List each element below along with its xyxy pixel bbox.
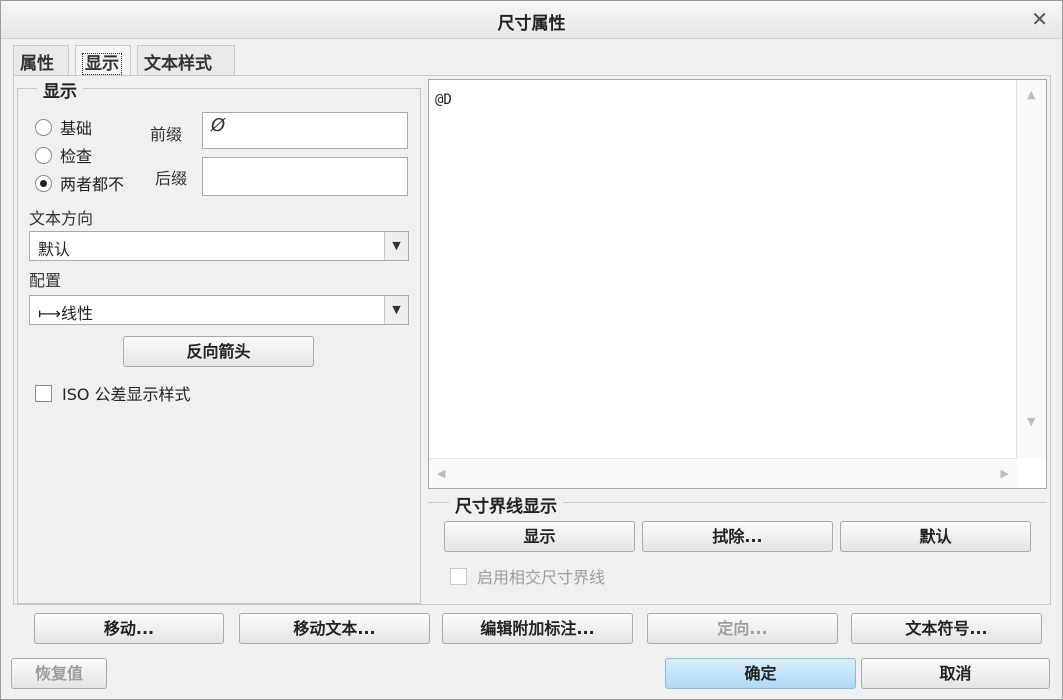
title-bar: 尺寸属性 ✕ bbox=[1, 1, 1062, 39]
tab-text-style[interactable]: 文本样式 bbox=[137, 45, 235, 75]
erase-button[interactable]: 拭除... bbox=[642, 521, 833, 552]
text-direction-select[interactable]: 默认 ▼ bbox=[29, 231, 409, 261]
witness-lines-legend: 尺寸界线显示 bbox=[449, 492, 563, 517]
suffix-input[interactable] bbox=[202, 157, 408, 196]
vertical-scrollbar[interactable]: ▲ ▼ bbox=[1016, 80, 1046, 458]
reverse-arrow-button[interactable]: 反向箭头 bbox=[123, 336, 314, 367]
orient-button[interactable]: 定向... bbox=[647, 613, 838, 644]
tab-properties[interactable]: 属性 bbox=[13, 45, 69, 75]
radio-neither[interactable]: 两者都不 bbox=[35, 171, 124, 195]
restore-button[interactable]: 恢复值 bbox=[11, 658, 107, 689]
scroll-left-icon[interactable]: ◀ bbox=[437, 467, 445, 480]
show-button[interactable]: 显示 bbox=[444, 521, 635, 552]
intersect-witness-checkbox[interactable]: 启用相交尺寸界线 bbox=[450, 564, 605, 588]
scroll-down-icon[interactable]: ▼ bbox=[1027, 415, 1035, 428]
close-icon[interactable]: ✕ bbox=[1031, 7, 1048, 31]
iso-tolerance-box[interactable] bbox=[35, 384, 52, 402]
edit-attach-button[interactable]: 编辑附加标注... bbox=[442, 613, 633, 644]
tab-display[interactable]: 显示 bbox=[75, 45, 131, 76]
radio-basic-dot[interactable] bbox=[35, 118, 52, 136]
display-legend: 显示 bbox=[37, 77, 83, 102]
radio-inspect[interactable]: 检查 bbox=[35, 143, 92, 167]
iso-tolerance-checkbox[interactable]: ISO 公差显示样式 bbox=[35, 381, 191, 405]
config-label: 配置 bbox=[29, 271, 62, 290]
prefix-input[interactable]: Ø bbox=[202, 112, 408, 149]
text-direction-value: 默认 bbox=[38, 240, 71, 259]
scroll-right-icon[interactable]: ▶ bbox=[1001, 467, 1009, 480]
radio-basic[interactable]: 基础 bbox=[35, 115, 92, 139]
config-select[interactable]: ⟼线性 ▼ bbox=[29, 295, 409, 325]
move-button[interactable]: 移动... bbox=[34, 613, 224, 644]
config-value: ⟼线性 bbox=[38, 304, 93, 323]
horizontal-scrollbar[interactable]: ◀ ▶ bbox=[429, 458, 1017, 488]
dimension-properties-dialog: 尺寸属性 ✕ 属性 显示 文本样式 显示 基础 检查 两者都不 前缀 Ø 后缀 … bbox=[0, 0, 1063, 700]
intersect-witness-box[interactable] bbox=[450, 567, 467, 585]
dimension-text-area[interactable]: @D ▲ ▼ ◀ ▶ bbox=[428, 79, 1047, 489]
ok-button[interactable]: 确定 bbox=[665, 658, 856, 689]
text-direction-label: 文本方向 bbox=[29, 209, 94, 228]
move-text-button[interactable]: 移动文本... bbox=[239, 613, 430, 644]
iso-tolerance-label: ISO 公差显示样式 bbox=[62, 385, 191, 404]
radio-neither-dot[interactable] bbox=[35, 174, 52, 192]
chevron-down-icon[interactable]: ▼ bbox=[384, 296, 408, 324]
cancel-button[interactable]: 取消 bbox=[861, 658, 1050, 689]
dimension-text-content[interactable]: @D bbox=[435, 92, 452, 108]
scroll-up-icon[interactable]: ▲ bbox=[1027, 88, 1035, 101]
radio-inspect-dot[interactable] bbox=[35, 146, 52, 164]
prefix-label: 前缀 bbox=[150, 125, 183, 144]
intersect-witness-label: 启用相交尺寸界线 bbox=[477, 568, 606, 587]
dialog-title: 尺寸属性 bbox=[497, 14, 566, 34]
suffix-label: 后缀 bbox=[155, 169, 188, 188]
chevron-down-icon[interactable]: ▼ bbox=[384, 232, 408, 260]
text-symbol-button[interactable]: 文本符号... bbox=[851, 613, 1042, 644]
default-button[interactable]: 默认 bbox=[840, 521, 1031, 552]
